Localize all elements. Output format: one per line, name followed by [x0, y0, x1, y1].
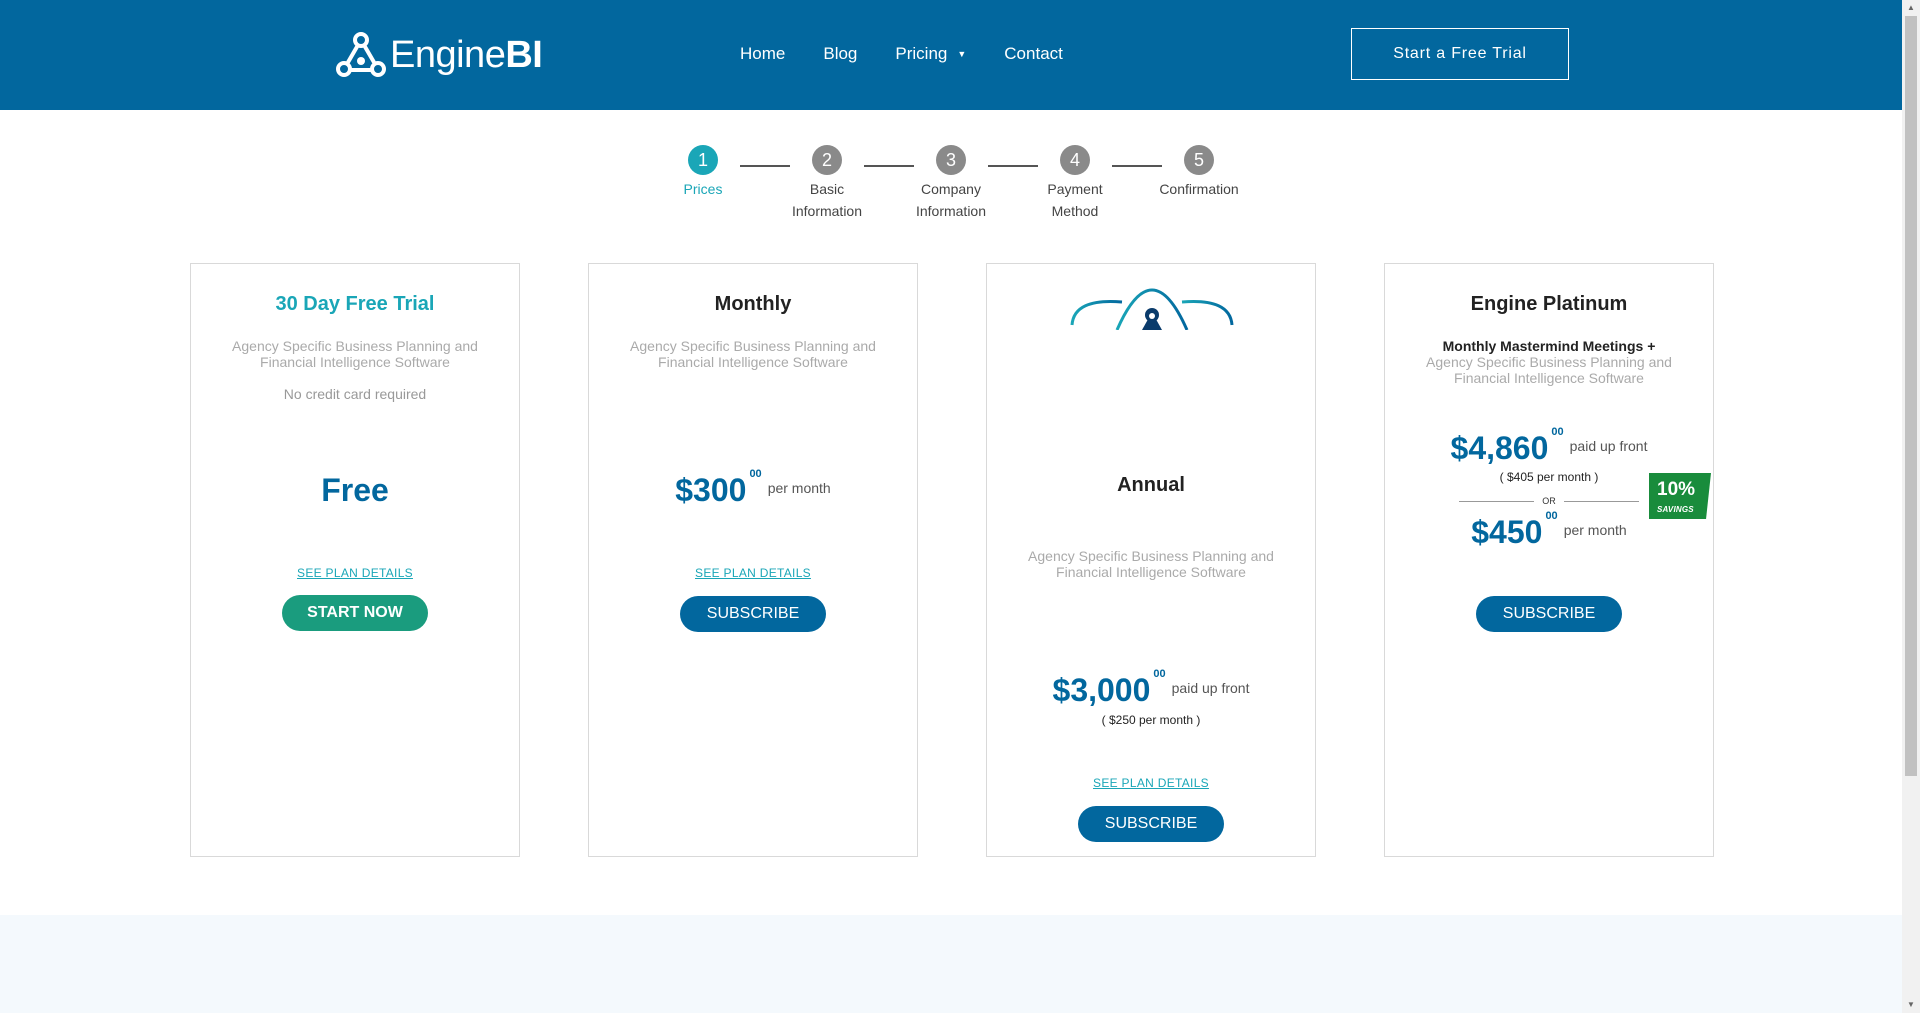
see-plan-details-link[interactable]: SEE PLAN DETAILS [1093, 776, 1209, 790]
scrollbar[interactable]: ▲ ▼ [1902, 0, 1920, 1013]
plan-price: $300 00 per month [675, 468, 831, 508]
network-logo-icon [336, 32, 386, 77]
nav-contact[interactable]: Contact [1004, 44, 1063, 64]
plan-description: Monthly Mastermind Meetings + Agency Spe… [1426, 338, 1672, 386]
plan-title: Engine Platinum [1470, 293, 1628, 315]
step-label: Prices [683, 181, 723, 197]
plan-card-annual: Annual Agency Specific Business Planning… [986, 263, 1316, 857]
step-number: 5 [1184, 145, 1214, 175]
no-credit-card-note: No credit card required [283, 386, 427, 402]
plan-description: Agency Specific Business Planning and Fi… [1028, 548, 1274, 580]
enginebi-logo[interactable]: EngineBI [336, 32, 543, 78]
logo-text: EngineBI [390, 33, 543, 76]
popular-arch-icon [1070, 288, 1234, 330]
subscribe-platinum-button[interactable]: SUBSCRIBE [1476, 596, 1622, 632]
scroll-up-arrow-icon[interactable]: ▲ [1902, 0, 1920, 16]
step-label: Confirmation [1159, 181, 1239, 197]
plan-description: Agency Specific Business Planning and Fi… [630, 338, 876, 370]
step-label: Basic Information [791, 181, 863, 219]
plan-title: Annual [1117, 474, 1185, 496]
monthly-equivalent: ( $250 per month ) [1101, 713, 1201, 727]
step-number: 2 [812, 145, 842, 175]
site-header: EngineBI Home Blog Pricing ▼ Contact Star… [0, 0, 1902, 110]
checkout-steps: 1 Prices 2 Basic Information 3 Company Inf… [0, 145, 1902, 225]
plan-card-free-trial: 30 Day Free Trial Agency Specific Busine… [190, 263, 520, 857]
nav-pricing[interactable]: Pricing ▼ [895, 44, 966, 64]
plan-card-engine-platinum: Engine Platinum Monthly Mastermind Meeti… [1384, 263, 1714, 857]
step-number: 1 [688, 145, 718, 175]
step-label: Company Information [915, 181, 987, 219]
step-number: 3 [936, 145, 966, 175]
subscribe-annual-button[interactable]: SUBSCRIBE [1078, 806, 1224, 842]
step-number: 4 [1060, 145, 1090, 175]
plan-price: $3,000 00 paid up front [1052, 668, 1250, 708]
savings-badge: 10% SAVINGS [1649, 473, 1711, 519]
start-now-button[interactable]: START NOW [282, 595, 428, 631]
step-prices[interactable]: 1 Prices [653, 145, 753, 200]
scroll-thumb[interactable] [1905, 16, 1917, 776]
subscribe-monthly-button[interactable]: SUBSCRIBE [680, 596, 826, 632]
step-label: Payment Method [1047, 181, 1103, 219]
main-nav: Home Blog Pricing ▼ Contact [740, 44, 1101, 64]
plan-title: 30 Day Free Trial [275, 293, 435, 315]
nav-home[interactable]: Home [740, 44, 785, 64]
step-basic-information[interactable]: 2 Basic Information [777, 145, 877, 222]
step-payment-method[interactable]: 4 Payment Method [1025, 145, 1125, 222]
plan-price: Free [321, 472, 389, 508]
plan-card-monthly: Monthly Agency Specific Business Plannin… [588, 263, 918, 857]
plan-price-monthly: $450 00 per month [1471, 510, 1627, 550]
plan-price-upfront: $4,860 00 paid up front [1450, 426, 1648, 466]
nav-blog[interactable]: Blog [823, 44, 857, 64]
see-plan-details-link[interactable]: SEE PLAN DETAILS [297, 566, 413, 580]
start-free-trial-button[interactable]: Start a Free Trial [1351, 28, 1569, 80]
plan-title: Monthly [714, 293, 792, 315]
plan-description: Agency Specific Business Planning and Fi… [232, 338, 478, 370]
caret-down-icon: ▼ [957, 49, 967, 59]
step-company-information[interactable]: 3 Company Information [901, 145, 1001, 222]
footer-band [0, 915, 1902, 1013]
see-plan-details-link[interactable]: SEE PLAN DETAILS [695, 566, 811, 580]
step-confirmation[interactable]: 5 Confirmation [1149, 145, 1249, 200]
scroll-down-arrow-icon[interactable]: ▼ [1902, 997, 1920, 1013]
